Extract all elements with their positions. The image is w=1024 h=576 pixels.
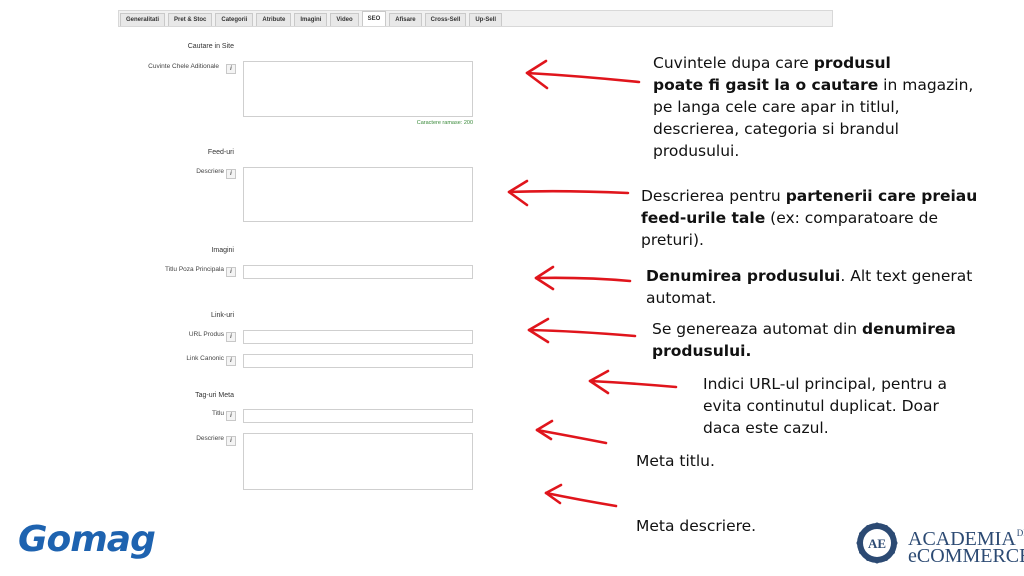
academia-logo-line2: eCOMMERCE <box>908 545 1024 567</box>
gomag-logo: Gomag <box>18 519 156 560</box>
annotation-feeds: Descrierea pentru partenerii care preiau… <box>641 187 978 249</box>
annotation-keywords: Cuvintele dupa care produsul poate fi ga… <box>653 54 974 160</box>
annotation-image-title: Denumirea produsului. Alt text generat a… <box>646 267 973 307</box>
annotation-meta-description: Meta descriere. <box>636 517 757 535</box>
svg-text:AE: AE <box>868 536 886 551</box>
academia-emblem-icon: AE <box>856 522 898 564</box>
annotation-meta-title: Meta titlu. <box>636 452 715 470</box>
arrow-keywords <box>525 59 641 90</box>
arrow-meta-description <box>544 483 618 508</box>
arrow-url <box>527 317 637 344</box>
arrow-canonical <box>588 369 678 395</box>
arrow-image-title <box>534 265 632 291</box>
annotation-canonical: Indici URL-ul principal, pentru a evita … <box>703 375 947 437</box>
annotation-url: Se genereaza automat din denumirea produ… <box>652 320 956 360</box>
arrow-feeds <box>507 179 630 207</box>
arrow-meta-title <box>535 419 608 445</box>
